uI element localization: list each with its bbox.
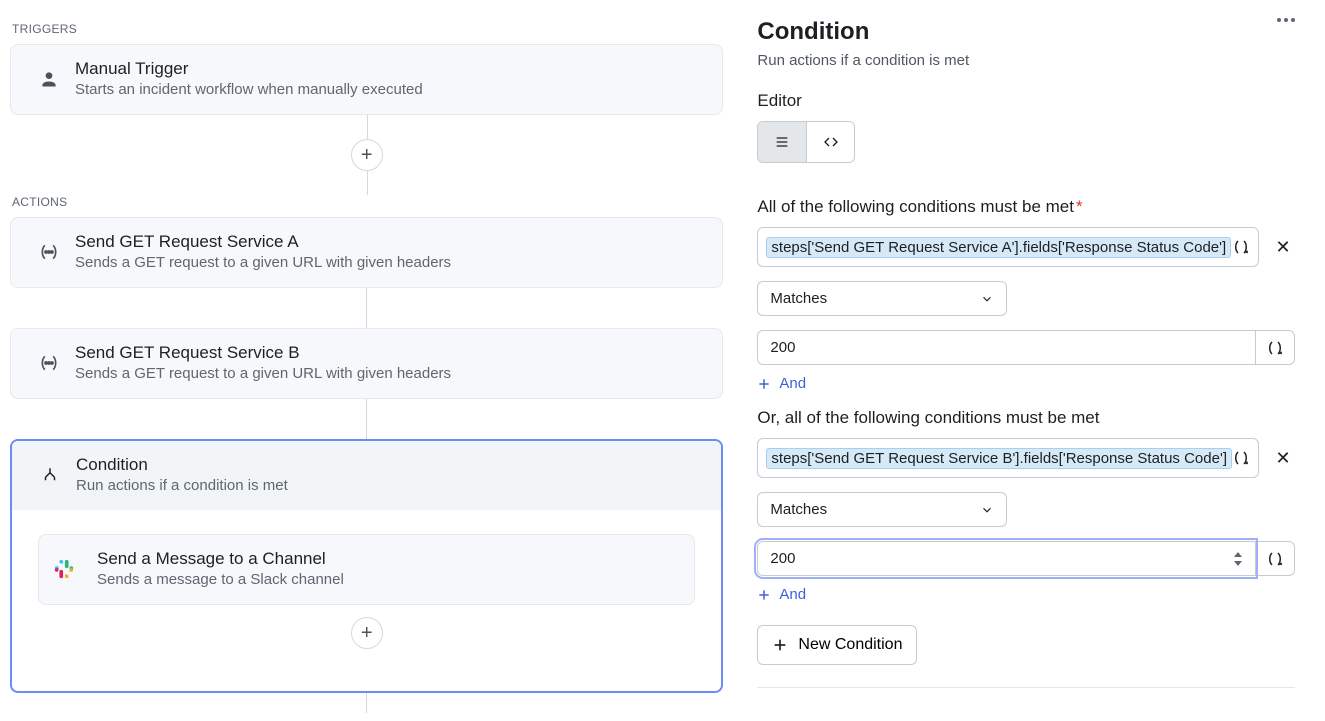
action-b-sub: Sends a GET request to a given URL with … [75,365,451,382]
action-a-sub: Sends a GET request to a given URL with … [75,254,451,271]
action-b-title: Send GET Request Service B [75,343,451,363]
trigger-title: Manual Trigger [75,59,423,79]
http-icon [29,242,69,262]
condition-2-expression[interactable]: steps['Send GET Request Service B'].fiel… [757,438,1259,478]
condition-title: Condition [76,455,288,475]
triggers-label: TRIGGERS [10,22,723,36]
condition-2-value-input[interactable]: 200 [757,541,1255,576]
condition-card[interactable]: Condition Run actions if a condition is … [10,439,723,693]
add-and-button[interactable]: And [757,586,1295,603]
slack-sub: Sends a message to a Slack channel [97,571,344,588]
condition-sub: Run actions if a condition is met [76,477,288,494]
slack-icon [53,558,97,580]
condition-2-operator-select[interactable]: Matches [757,492,1007,527]
new-condition-label: New Condition [798,636,902,654]
variable-picker-icon[interactable] [1232,449,1250,467]
expression-token: steps['Send GET Request Service A'].fiel… [766,237,1231,258]
panel-title: Condition [757,18,869,46]
operator-value: Matches [770,501,827,518]
remove-condition-button[interactable]: ✕ [1271,227,1295,267]
http-icon [29,353,69,373]
operator-value: Matches [770,290,827,307]
stepper-icon[interactable] [1233,552,1243,566]
editor-list-button[interactable] [758,122,806,162]
condition-group-2-label: Or, all of the following conditions must… [757,408,1295,428]
variable-picker-button[interactable] [1255,541,1295,576]
panel-subtitle: Run actions if a condition is met [757,52,1295,69]
action-a-title: Send GET Request Service A [75,232,451,252]
divider [757,687,1295,688]
slack-title: Send a Message to a Channel [97,549,344,569]
chevron-down-icon [980,292,994,306]
and-label: And [779,586,806,603]
add-inner-step-button[interactable]: + [351,617,383,649]
value-text: 200 [770,339,795,356]
editor-mode-toggle[interactable] [757,121,855,163]
variable-picker-button[interactable] [1255,330,1295,365]
editor-code-button[interactable] [806,122,854,162]
remove-condition-button[interactable]: ✕ [1271,438,1295,478]
chevron-down-icon [980,503,994,517]
condition-1-value-input[interactable]: 200 ▲▼ [757,330,1255,365]
slack-card[interactable]: Send a Message to a Channel Sends a mess… [38,534,695,605]
variable-picker-icon[interactable] [1232,238,1250,256]
trigger-card[interactable]: Manual Trigger Starts an incident workfl… [10,44,723,115]
add-and-button[interactable]: And [757,375,1295,392]
branch-icon [30,466,70,484]
condition-1-expression[interactable]: steps['Send GET Request Service A'].fiel… [757,227,1259,267]
trigger-sub: Starts an incident workflow when manuall… [75,81,423,98]
new-condition-button[interactable]: New Condition [757,625,917,665]
action-card-a[interactable]: Send GET Request Service A Sends a GET r… [10,217,723,288]
add-step-button[interactable]: + [351,139,383,171]
person-icon [29,69,69,89]
action-card-b[interactable]: Send GET Request Service B Sends a GET r… [10,328,723,399]
editor-label: Editor [757,91,1295,111]
value-text: 200 [770,550,795,567]
condition-group-1-label: All of the following conditions must be … [757,197,1295,217]
and-label: And [779,375,806,392]
more-icon[interactable] [1277,18,1295,22]
expression-token: steps['Send GET Request Service B'].fiel… [766,448,1232,469]
condition-1-operator-select[interactable]: Matches [757,281,1007,316]
actions-label: ACTIONS [10,195,723,209]
